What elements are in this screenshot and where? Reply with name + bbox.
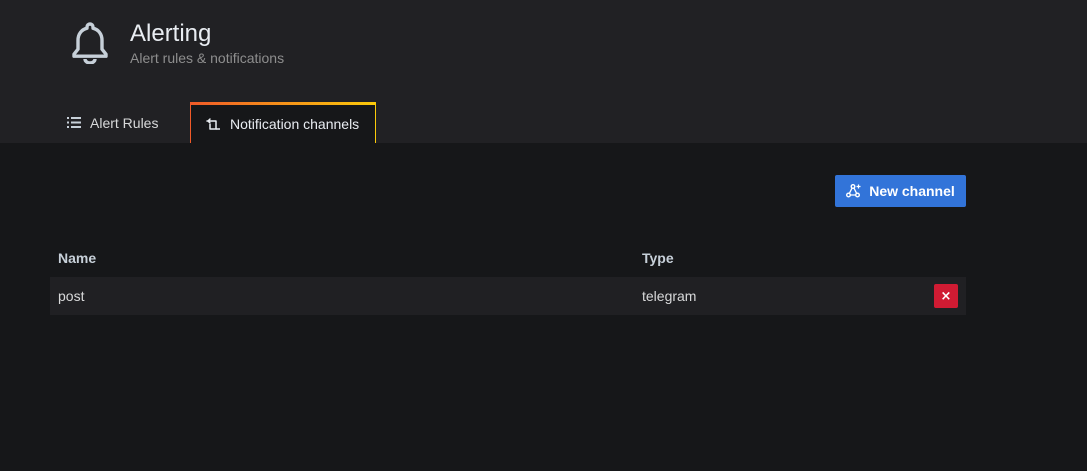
table-row[interactable]: post telegram × [50,277,966,315]
tab-label: Alert Rules [90,114,159,131]
bell-icon [72,22,108,64]
page-title: Alerting [130,20,212,47]
column-header-type[interactable]: Type [642,250,674,266]
close-icon: × [940,288,952,304]
page-subtitle: Alert rules & notifications [130,50,285,66]
share-icon [846,184,861,198]
delete-channel-button[interactable]: × [934,284,958,308]
tab-label: Notification channels [230,116,360,132]
channel-type: telegram [642,288,697,304]
new-channel-button[interactable]: New channel [835,175,966,207]
channel-name[interactable]: post [58,288,84,304]
column-header-name[interactable]: Name [58,250,96,266]
tab-alert-rules[interactable]: Alert Rules [52,102,184,143]
channel-icon [206,118,220,130]
tab-notification-channels[interactable]: Notification channels [190,102,376,143]
page-header: Alerting Alert rules & notifications Ale… [0,0,1087,143]
list-icon [67,117,81,128]
new-channel-label: New channel [869,183,955,199]
